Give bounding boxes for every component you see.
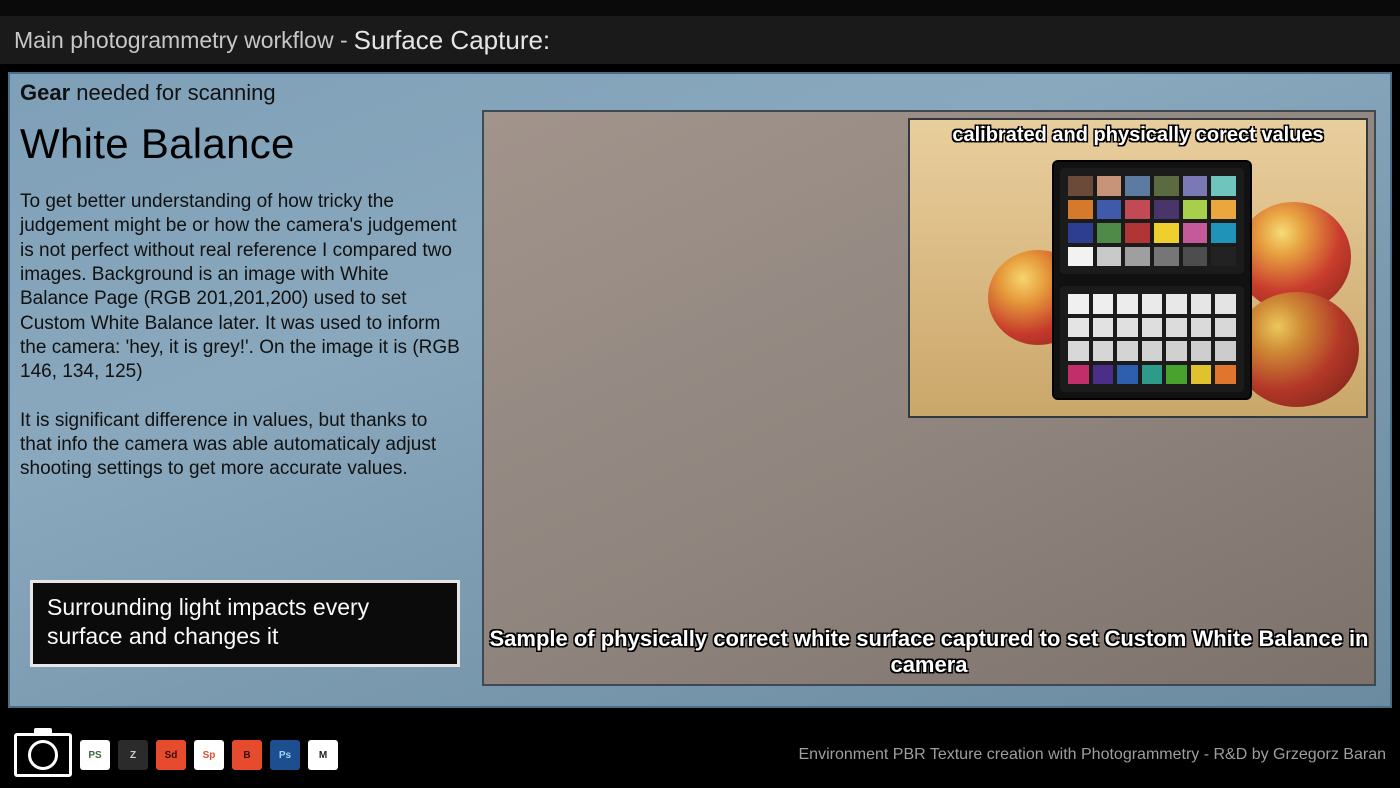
color-swatch (1117, 341, 1138, 361)
color-swatch (1068, 200, 1093, 220)
color-swatch (1097, 200, 1122, 220)
color-swatch (1215, 294, 1236, 314)
color-swatch (1097, 223, 1122, 243)
color-swatch (1154, 200, 1179, 220)
color-swatch (1166, 318, 1187, 338)
paragraph-2: It is significant difference in values, … (20, 409, 460, 482)
inset-caption: calibrated and physically corect values (910, 124, 1366, 147)
color-swatch (1068, 176, 1093, 196)
color-swatch (1093, 318, 1114, 338)
color-swatch (1125, 247, 1150, 267)
zbrush-icon: Z (118, 740, 148, 770)
color-swatch (1142, 294, 1163, 314)
color-swatch (1093, 294, 1114, 314)
photoshop-icon: Ps (270, 740, 300, 770)
color-swatch (1068, 341, 1089, 361)
color-checker-icon (1052, 160, 1252, 400)
color-swatch (1215, 365, 1236, 385)
footer-bar: PS Z Sd Sp B Ps M Environment PBR Texture crea… (0, 722, 1400, 788)
color-swatch (1191, 365, 1212, 385)
inset-photo: calibrated and physically corect values (908, 118, 1368, 418)
marmoset-icon: M (308, 740, 338, 770)
color-swatch (1154, 223, 1179, 243)
color-swatch (1166, 341, 1187, 361)
color-swatch (1068, 318, 1089, 338)
color-swatch (1117, 365, 1138, 385)
color-swatch (1093, 341, 1114, 361)
paragraph-1: To get better understanding of how trick… (20, 190, 460, 385)
color-swatch (1166, 365, 1187, 385)
color-swatch (1154, 176, 1179, 196)
title-bar: Main photogrammetry workflow - Surface C… (0, 16, 1400, 64)
color-swatch (1117, 318, 1138, 338)
color-swatch (1142, 365, 1163, 385)
section-title: Surface Capture: (354, 25, 551, 56)
substance-painter-icon: Sp (194, 740, 224, 770)
subheader-bold: Gear (20, 80, 70, 105)
color-swatch (1142, 341, 1163, 361)
color-swatch (1093, 365, 1114, 385)
camera-icon (14, 733, 72, 777)
color-swatch (1183, 200, 1208, 220)
color-swatch (1125, 200, 1150, 220)
breadcrumb: Main photogrammetry workflow - (14, 27, 348, 54)
color-swatch (1068, 294, 1089, 314)
color-swatch (1183, 176, 1208, 196)
color-swatch (1068, 247, 1093, 267)
subheader-rest: needed for scanning (70, 80, 276, 105)
color-swatch (1215, 318, 1236, 338)
color-swatch (1142, 318, 1163, 338)
photoscan-icon: PS (80, 740, 110, 770)
color-swatch (1211, 200, 1236, 220)
color-swatch (1211, 223, 1236, 243)
callout-box: Surrounding light impacts every surface … (30, 580, 460, 667)
subheader: Gear needed for scanning (20, 80, 276, 106)
footer-credit: Environment PBR Texture creation with Ph… (799, 746, 1387, 764)
color-swatch (1125, 176, 1150, 196)
substance-b3d-icon: B (232, 740, 262, 770)
sample-caption: Sample of physically correct white surfa… (484, 626, 1374, 678)
color-swatch (1215, 341, 1236, 361)
substance-designer-icon: Sd (156, 740, 186, 770)
color-swatch (1191, 318, 1212, 338)
color-swatch (1191, 341, 1212, 361)
apple-icon (1234, 292, 1359, 407)
color-swatch (1183, 223, 1208, 243)
color-swatch (1211, 176, 1236, 196)
page-title: White Balance (20, 120, 460, 168)
color-swatch (1097, 176, 1122, 196)
color-swatch (1125, 223, 1150, 243)
color-swatch (1068, 223, 1093, 243)
content-panel: Gear needed for scanning White Balance T… (8, 72, 1392, 708)
color-swatch (1097, 247, 1122, 267)
color-swatch (1117, 294, 1138, 314)
color-swatch (1183, 247, 1208, 267)
color-swatch (1154, 247, 1179, 267)
color-swatch (1166, 294, 1187, 314)
sample-image: calibrated and physically corect values … (482, 110, 1376, 686)
color-swatch (1211, 247, 1236, 267)
color-swatch (1191, 294, 1212, 314)
color-swatch (1068, 365, 1089, 385)
